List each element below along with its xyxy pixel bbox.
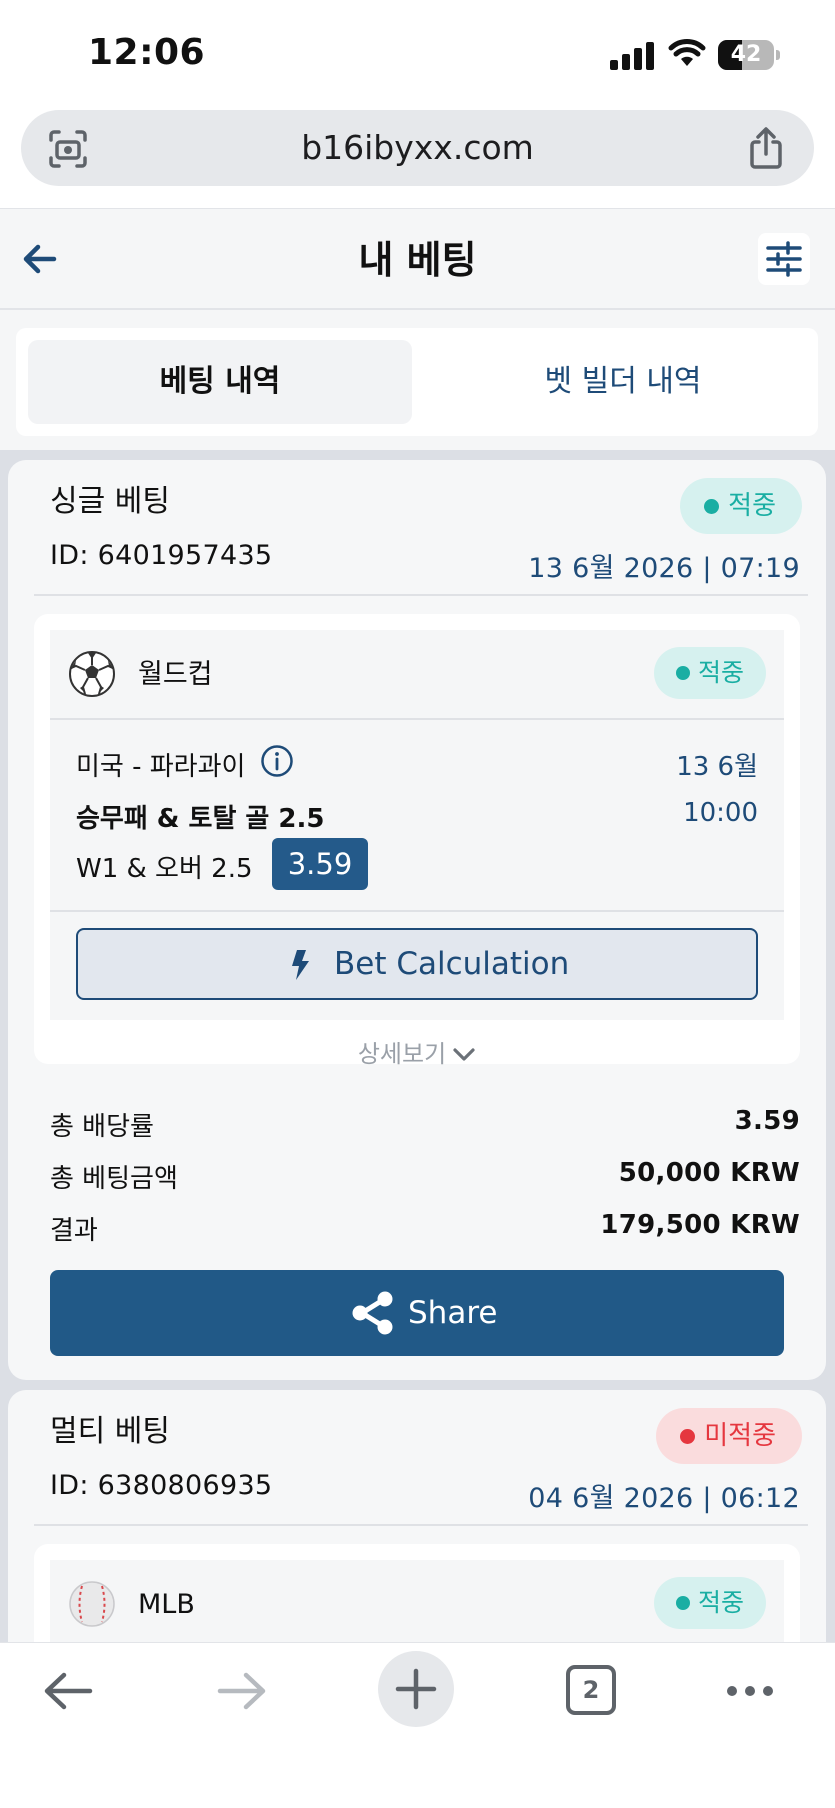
page-title: 내 베팅 <box>358 238 477 282</box>
browser-forward-icon[interactable] <box>214 1669 270 1713</box>
baseball-icon <box>69 1581 115 1627</box>
market-name: 승무패 & 토탈 골 2.5 <box>76 804 325 834</box>
bet-calculation-label: Bet Calculation <box>334 946 570 982</box>
event-details: 미국 - 파라과이 13 6월 승무패 & 토탈 골 2.5 10:00 W1 … <box>50 720 784 910</box>
league-name: 월드컵 <box>138 659 213 690</box>
plus-icon <box>395 1668 437 1710</box>
total-odds-label: 총 배당률 <box>50 1112 154 1142</box>
event-header: MLB 적중 <box>50 1560 784 1650</box>
match-name: 미국 - 파라과이 <box>76 752 246 782</box>
event-status-label: 적중 <box>697 658 744 687</box>
bet-id: ID: 6380806935 <box>50 1470 273 1501</box>
cellular-signal-icon <box>610 42 654 70</box>
more-options-icon[interactable] <box>724 1681 776 1701</box>
bet-date: 13 6월 2026 | 07:19 <box>528 553 800 584</box>
tabs-overview-button[interactable]: 2 <box>566 1665 616 1715</box>
share-label: Share <box>408 1295 498 1331</box>
bet-calculation-button[interactable]: Bet Calculation <box>76 928 758 1000</box>
status-dot <box>675 666 690 680</box>
show-details-link[interactable]: 상세보기 <box>34 1034 800 1069</box>
total-stake-value: 50,000 KRW <box>618 1158 800 1188</box>
wifi-icon <box>668 39 706 66</box>
bet-status-badge: 미적중 <box>656 1408 802 1464</box>
bet-status-badge: 적중 <box>680 478 802 534</box>
bet-history-tabs: 베팅 내역 벳 빌더 내역 <box>16 328 818 436</box>
status-dot <box>680 1429 696 1444</box>
status-dot <box>704 499 720 514</box>
event-status-badge: 적중 <box>653 1577 766 1629</box>
odds-value: 3.59 <box>272 838 368 890</box>
chevron-down-icon <box>453 1048 475 1061</box>
event-status-label: 적중 <box>697 1588 744 1617</box>
address-bar[interactable]: b16ibyxx.com <box>21 110 814 186</box>
status-bar: 12:06 42 <box>0 0 835 105</box>
result-label: 결과 <box>50 1216 98 1246</box>
divider <box>34 1524 808 1526</box>
bet-id: ID: 6401957435 <box>50 540 273 571</box>
event-time: 10:00 <box>683 798 758 828</box>
filter-button[interactable] <box>758 233 810 285</box>
total-odds-value: 3.59 <box>734 1106 800 1136</box>
total-stake-label: 총 베팅금액 <box>50 1164 178 1194</box>
result-value: 179,500 KRW <box>600 1210 800 1240</box>
selection-name: W1 & 오버 2.5 <box>76 854 253 884</box>
tabs-container: 베팅 내역 벳 빌더 내역 <box>0 310 835 450</box>
new-tab-button[interactable] <box>378 1651 454 1727</box>
event-status-badge: 적중 <box>653 647 766 699</box>
tab-bet-builder-history[interactable]: 벳 빌더 내역 <box>434 340 812 424</box>
status-dot <box>675 1596 690 1610</box>
share-icon <box>352 1291 393 1335</box>
soccer-ball-icon <box>69 651 115 697</box>
share-page-icon[interactable] <box>746 126 786 170</box>
app-header: 내 베팅 <box>0 208 835 310</box>
event-date: 13 6월 <box>676 752 758 782</box>
bet-status-label: 적중 <box>728 491 776 521</box>
bet-type: 멀티 베팅 <box>50 1414 170 1449</box>
url-text: b16ibyxx.com <box>301 128 534 167</box>
bet-status-label: 미적중 <box>704 1421 776 1451</box>
browser-toolbar: 2 <box>0 1642 835 1808</box>
event-header: 월드컵 적중 <box>50 630 784 720</box>
info-icon[interactable] <box>260 744 294 778</box>
filter-sliders-icon <box>766 241 802 277</box>
bet-type: 싱글 베팅 <box>50 484 170 519</box>
event-box: 월드컵 적중 미국 - 파라과이 13 6월 승무패 & 토탈 골 2.5 10… <box>34 614 800 1068</box>
share-button[interactable]: Share <box>50 1270 784 1356</box>
bet-calculation-area: Bet Calculation <box>50 910 784 1020</box>
bet-card-single: 싱글 베팅 적중 ID: 6401957435 13 6월 2026 | 07:… <box>8 460 826 1380</box>
divider <box>34 594 808 596</box>
status-time: 12:06 <box>88 32 206 73</box>
lightning-bolt-icon <box>292 950 309 980</box>
tab-bet-history[interactable]: 베팅 내역 <box>28 340 412 424</box>
bet-date: 04 6월 2026 | 06:12 <box>528 1483 800 1514</box>
show-details-label: 상세보기 <box>357 1040 447 1068</box>
battery-icon: 42 <box>718 40 780 70</box>
battery-level: 42 <box>730 42 762 67</box>
browser-back-icon[interactable] <box>40 1669 96 1713</box>
league-name: MLB <box>138 1589 195 1620</box>
